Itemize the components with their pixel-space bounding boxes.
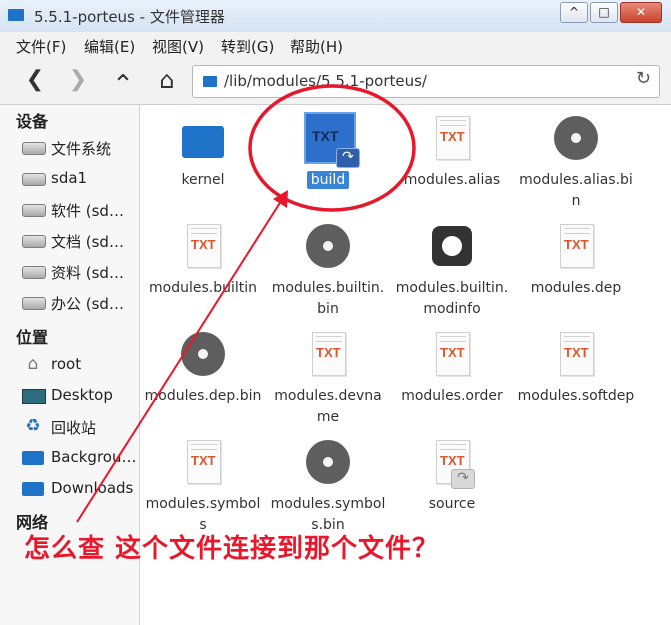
annotation-text: 怎么查 这个文件连接到那个文件？ — [24, 534, 440, 564]
annotation-circle — [248, 84, 416, 212]
annotation-arrow-line — [76, 197, 284, 523]
